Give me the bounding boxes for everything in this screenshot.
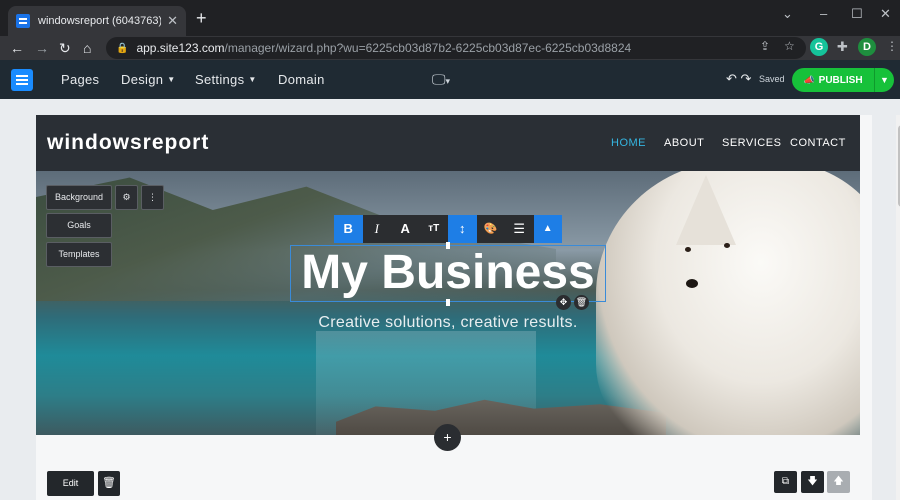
share-icon[interactable]: ⇪ <box>760 39 770 53</box>
more-options-icon[interactable]: ⋮ <box>141 185 164 210</box>
tab-title: windowsreport (6043763)- Editor <box>38 15 162 27</box>
browser-toolbar: ← → ↻ ⌂ 🔒 app.site123.com/manager/wizard… <box>0 36 900 60</box>
font-button[interactable]: A <box>391 215 420 243</box>
menu-domain[interactable]: Domain <box>278 72 325 87</box>
saved-status: Saved <box>759 74 785 84</box>
browser-menu-icon[interactable]: ⋮ <box>886 39 898 53</box>
trash-icon[interactable]: 🗑 <box>98 471 120 496</box>
undo-redo-icon[interactable]: ↶ ↷ <box>726 71 751 87</box>
back-button[interactable]: ← <box>10 39 24 57</box>
site123-logo[interactable] <box>11 69 33 91</box>
dog-nose <box>686 279 698 288</box>
url-text: app.site123.com/manager/wizard.php?wu=62… <box>136 41 632 55</box>
site-nav-home[interactable]: HOME <box>611 137 646 149</box>
copy-icon[interactable]: ⧉ <box>774 471 797 493</box>
grammarly-extension-icon[interactable]: G <box>810 38 828 56</box>
forward-button[interactable]: → <box>35 39 49 57</box>
line-height-button[interactable]: ↕ <box>448 215 477 243</box>
megaphone-icon: 📣 <box>803 74 815 85</box>
palette-icon[interactable]: 🎨 <box>476 215 505 243</box>
editor-canvas: windowsreport HOME ABOUT SERVICES CONTAC… <box>0 99 900 500</box>
hero-title[interactable]: My Business <box>290 243 606 303</box>
resize-handle[interactable] <box>446 299 450 306</box>
delete-icon[interactable]: 🗑 <box>574 295 589 310</box>
publish-options-button[interactable]: ▼ <box>874 68 894 92</box>
gear-icon[interactable]: ⚙ <box>115 185 138 210</box>
site-logo[interactable]: windowsreport <box>47 131 209 155</box>
scrollbar[interactable]: ▲ <box>896 115 900 500</box>
site123-editor-bar: Pages Design ▼ Settings ▼ Domain 🖵▾ ↶ ↷ Sa… <box>0 60 900 99</box>
close-window-button[interactable]: ✕ <box>880 6 891 22</box>
align-icon[interactable]: ☰ <box>505 215 534 243</box>
dog-image <box>596 171 860 435</box>
italic-button[interactable]: I <box>362 215 391 243</box>
site-nav-about[interactable]: ABOUT <box>664 137 704 149</box>
resize-handle[interactable] <box>446 242 450 249</box>
home-button[interactable]: ⌂ <box>83 39 91 57</box>
goals-button[interactable]: Goals <box>46 213 112 238</box>
browser-tab[interactable]: windowsreport (6043763)- Editor ✕ <box>8 6 186 36</box>
image-icon[interactable]: ▲ <box>533 215 562 243</box>
lock-icon: 🔒 <box>116 42 129 54</box>
profile-avatar[interactable]: D <box>858 38 876 56</box>
extensions-puzzle-icon[interactable]: ✚ <box>837 39 848 55</box>
new-tab-button[interactable]: + <box>196 9 207 27</box>
chevron-down-icon: ▼ <box>248 75 257 84</box>
arrow-up-icon[interactable]: 🡅 <box>827 471 850 493</box>
add-section-button[interactable]: + <box>434 424 461 451</box>
menu-design[interactable]: Design ▼ <box>121 72 176 87</box>
hero-section[interactable]: Background ⚙ ⋮ Goals Templates B I A тT … <box>36 171 860 435</box>
site-header: windowsreport HOME ABOUT SERVICES CONTAC… <box>36 115 860 171</box>
text-format-toolbar: B I A тT ↕ 🎨 ☰ ▲ <box>334 215 562 243</box>
publish-label: PUBLISH <box>818 74 863 86</box>
dog-eye <box>724 243 730 248</box>
dog-eye <box>685 247 691 252</box>
address-bar[interactable]: 🔒 app.site123.com/manager/wizard.php?wu=… <box>106 37 806 59</box>
templates-button[interactable]: Templates <box>46 242 112 267</box>
arrow-down-icon[interactable]: 🡇 <box>801 471 824 493</box>
reload-button[interactable]: ↻ <box>59 39 71 57</box>
menu-settings[interactable]: Settings ▼ <box>195 72 257 87</box>
edit-section-button[interactable]: Edit <box>47 471 94 496</box>
device-preview-icon[interactable]: 🖵▾ <box>432 71 450 88</box>
browser-tab-strip: windowsreport (6043763)- Editor ✕ + ⌄ – … <box>0 0 900 36</box>
tab-search-icon[interactable]: ⌄ <box>782 6 793 22</box>
bold-button[interactable]: B <box>334 215 363 243</box>
site-nav-services[interactable]: SERVICES <box>722 137 781 149</box>
background-button[interactable]: Background <box>46 185 112 210</box>
chevron-down-icon: ▼ <box>167 75 176 84</box>
tab-close-icon[interactable]: ✕ <box>167 13 178 29</box>
menu-pages[interactable]: Pages <box>61 72 99 87</box>
move-icon[interactable]: ✥ <box>556 295 571 310</box>
maximize-button[interactable]: ☐ <box>851 6 863 22</box>
site-preview-frame: windowsreport HOME ABOUT SERVICES CONTAC… <box>36 115 900 500</box>
site123-favicon-icon <box>16 14 30 28</box>
site-nav-contact[interactable]: CONTACT <box>790 137 846 149</box>
text-size-button[interactable]: тT <box>419 215 448 243</box>
minimize-button[interactable]: – <box>820 6 827 21</box>
bookmark-star-icon[interactable]: ☆ <box>784 39 795 53</box>
publish-button[interactable]: 📣 PUBLISH <box>792 68 874 92</box>
hero-subtitle[interactable]: Creative solutions, creative results. <box>236 314 660 332</box>
